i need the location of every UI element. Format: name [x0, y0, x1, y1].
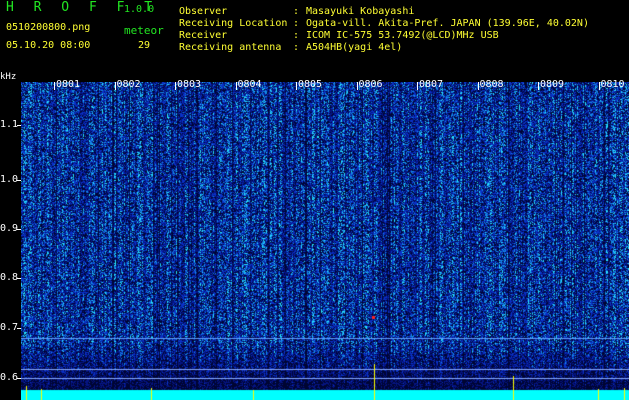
x-tick-label: 0803 [177, 79, 202, 90]
x-tick-label: 0809 [540, 79, 565, 90]
y-tick-mark [17, 229, 21, 230]
y-tick-mark [17, 180, 21, 181]
x-tick-mark [54, 82, 55, 90]
info-sep: : [293, 42, 300, 53]
y-tick-mark [17, 278, 21, 279]
x-tick-label: 0807 [419, 79, 444, 90]
x-tick-label: 0801 [56, 79, 81, 90]
x-tick-label: 0805 [298, 79, 323, 90]
x-tick-label: 0804 [237, 79, 262, 90]
x-tick-mark [296, 82, 297, 90]
header-panel: H R O F F T 1.0.0 0510200800.png meteor … [0, 0, 629, 78]
y-tick-label: 0.9 [0, 223, 19, 234]
x-tick-label: 0806 [358, 79, 383, 90]
x-tick-mark [538, 82, 539, 90]
y-tick-label: 0.6 [0, 372, 19, 383]
y-tick-mark [17, 328, 21, 329]
x-tick-mark [477, 82, 479, 90]
info-antenna-label: Receiving antenna [179, 42, 282, 53]
meteor-count: 29 [138, 40, 151, 51]
y-tick-label: 1.0 [0, 174, 19, 185]
y-axis-unit: kHz [0, 72, 17, 82]
y-tick-label: 0.7 [0, 322, 19, 333]
x-tick-label: 0802 [116, 79, 141, 90]
y-tick-label: 1.1 [0, 119, 19, 130]
y-tick-mark [17, 125, 21, 126]
x-tick-mark [235, 82, 237, 90]
y-tick-mark [17, 378, 21, 379]
app-version: 1.0.0 [124, 4, 155, 15]
x-tick-label: 0810 [600, 79, 625, 90]
x-tick-mark [175, 82, 176, 90]
capture-datetime: 05.10.20 08:00 [6, 40, 91, 51]
meteor-label: meteor [124, 24, 164, 37]
x-tick-mark [598, 82, 600, 90]
spectrogram-canvas [21, 82, 629, 400]
y-tick-label: 0.8 [0, 272, 19, 283]
x-tick-label: 0808 [479, 79, 504, 90]
x-tick-mark [356, 82, 358, 90]
info-antenna-value: A504HB(yagi 4el) [306, 42, 403, 53]
x-tick-mark [114, 82, 116, 90]
x-tick-mark [417, 82, 418, 90]
file-name: 0510200800.png [6, 22, 91, 33]
